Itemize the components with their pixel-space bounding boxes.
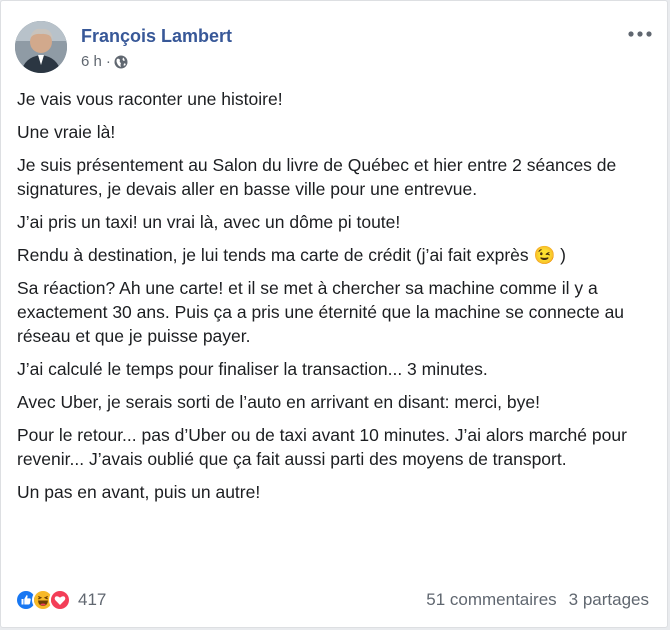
post-paragraph: J’ai pris un taxi! un vrai là, avec un d… <box>17 212 401 232</box>
post-paragraph: Je vais vous raconter une histoire! <box>17 89 283 109</box>
post-time[interactable]: 6 h <box>81 53 102 70</box>
reactions-summary[interactable]: 417 <box>15 589 106 611</box>
shares-count-link[interactable]: 3 partages <box>569 590 649 610</box>
post-footer: 417 51 commentaires 3 partages <box>15 587 649 613</box>
meta-separator: · <box>105 53 111 70</box>
post-paragraph: Une vraie là! <box>17 122 116 142</box>
post-paragraph: Rendu à destination, je lui tends ma car… <box>17 245 567 265</box>
author-name[interactable]: François Lambert <box>81 26 232 47</box>
post-paragraph: Avec Uber, je serais sorti de l’auto en … <box>17 392 540 412</box>
post-content: Je vais vous raconter une histoire! Une … <box>17 87 653 513</box>
post-paragraph: Pour le retour... pas d’Uber ou de taxi … <box>17 425 627 469</box>
post-stats: 51 commentaires 3 partages <box>426 590 649 610</box>
post-paragraph: Je suis présentement au Salon du livre d… <box>17 155 617 199</box>
author-avatar[interactable] <box>15 21 67 73</box>
post-paragraph: J’ai calculé le temps pour finaliser la … <box>17 359 488 379</box>
post-paragraph: Un pas en avant, puis un autre! <box>17 482 261 502</box>
post-header: François Lambert 6 h · <box>15 21 653 77</box>
love-icon <box>49 589 71 611</box>
post-meta: 6 h · <box>81 53 128 70</box>
facebook-post: François Lambert 6 h · Je vais vous raco <box>0 0 668 628</box>
more-options-icon[interactable] <box>627 27 653 41</box>
comments-count-link[interactable]: 51 commentaires <box>426 590 556 610</box>
reaction-count[interactable]: 417 <box>78 590 106 610</box>
globe-icon[interactable] <box>114 55 128 69</box>
post-paragraph: Sa réaction? Ah une carte! et il se met … <box>17 278 625 346</box>
